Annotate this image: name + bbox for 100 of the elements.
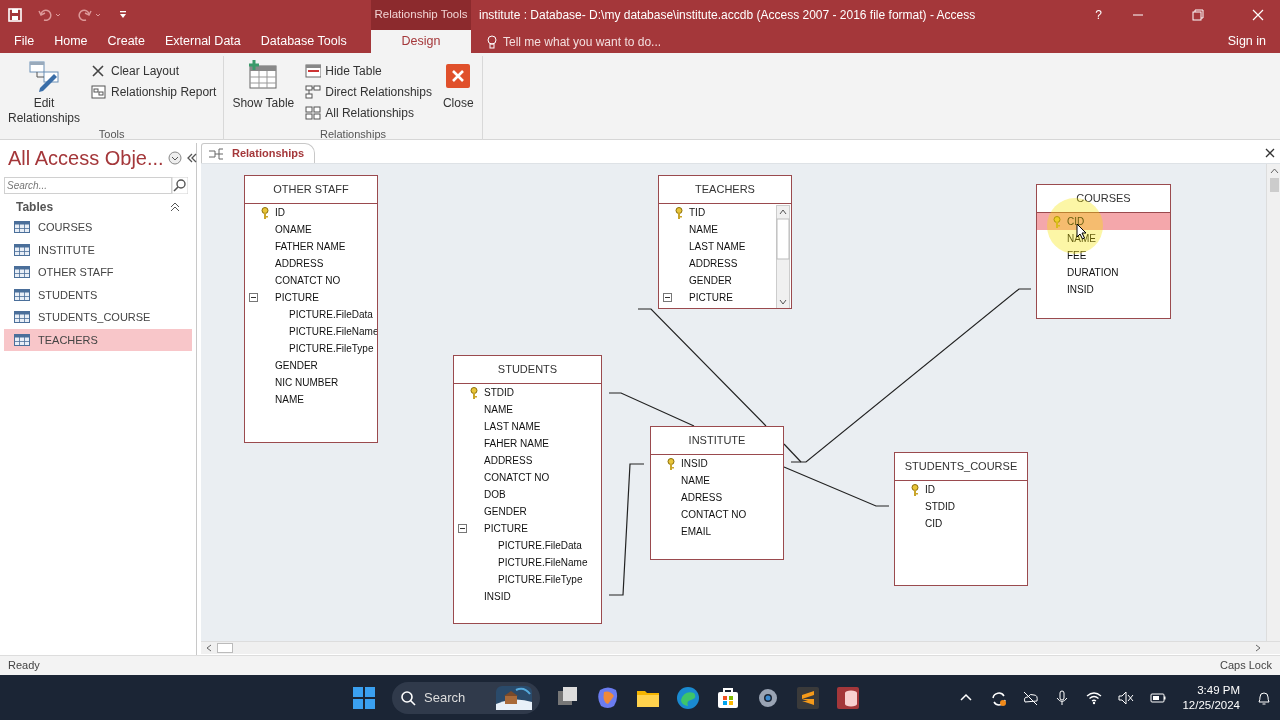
relationship-line[interactable] [608, 392, 695, 427]
field-row[interactable]: STDID [895, 498, 1027, 515]
field-row[interactable]: ONAME [245, 221, 377, 238]
document-tab[interactable]: Relationships [201, 143, 316, 163]
search-field[interactable]: Search [392, 681, 540, 714]
notification-bell-icon[interactable] [1256, 689, 1272, 706]
field-row[interactable]: ID [245, 204, 377, 221]
scrollbar[interactable] [1266, 164, 1280, 641]
undo-icon[interactable] [38, 8, 62, 22]
field-row[interactable]: TID [659, 204, 776, 221]
field-row[interactable]: LAST NAME [454, 418, 601, 435]
ribbon-tab[interactable]: Create [97, 30, 156, 53]
field-row[interactable]: PICTURE [659, 289, 776, 306]
field-row[interactable]: EMAIL [651, 523, 783, 540]
swirl-icon[interactable] [596, 685, 620, 710]
field-row[interactable]: PICTURE.FileData [454, 537, 601, 554]
help-button[interactable]: ? [1089, 5, 1108, 25]
field-row[interactable]: CID [1037, 213, 1170, 230]
field-row[interactable]: NAME [245, 391, 377, 408]
database-app-icon[interactable] [836, 685, 860, 710]
table-title[interactable]: TEACHERS [659, 176, 791, 204]
show-table-button[interactable]: Show Table [228, 56, 299, 111]
speaker-muted-icon[interactable] [1118, 689, 1135, 706]
ribbon-command[interactable]: All Relationships [302, 102, 435, 123]
nav-item[interactable]: INSTITUTE [4, 238, 192, 261]
scrollbar[interactable] [201, 641, 1280, 654]
customize-menu-icon[interactable] [118, 10, 128, 20]
field-row[interactable]: ADDRESS [245, 255, 377, 272]
field-row[interactable]: STDID [454, 384, 601, 401]
nav-item[interactable]: TEACHERS [4, 328, 192, 351]
store-icon[interactable] [716, 685, 740, 710]
field-row[interactable]: PICTURE.FileType [454, 571, 601, 588]
redo-icon[interactable] [78, 8, 102, 22]
restore-icon[interactable] [1192, 9, 1204, 21]
field-row[interactable]: DURATION [1037, 264, 1170, 281]
close-icon[interactable] [1265, 148, 1275, 158]
table-box[interactable]: TEACHERS TID NAME LAST NAME ADDRESS GENDER PICTURE [658, 175, 792, 309]
field-row[interactable]: ADRESS [651, 489, 783, 506]
field-row[interactable]: INSID [651, 455, 783, 472]
nav-item[interactable]: COURSES [4, 216, 192, 239]
field-row[interactable]: DOB [454, 486, 601, 503]
table-box[interactable]: STUDENTS_COURSE ID STDID CID [894, 452, 1028, 586]
field-row[interactable]: INSID [454, 588, 601, 605]
scrollbar[interactable] [776, 205, 790, 308]
zigzag-app-icon[interactable] [796, 685, 820, 710]
browser-icon[interactable] [676, 685, 700, 710]
field-row[interactable]: FATHER NAME [245, 238, 377, 255]
ribbon-command[interactable]: Direct Relationships [302, 81, 435, 102]
ribbon-command[interactable]: Relationship Report [88, 81, 220, 102]
field-row[interactable]: LAST NAME [659, 238, 776, 255]
field-row[interactable]: NAME [651, 472, 783, 489]
relationship-line[interactable] [783, 466, 890, 507]
field-row[interactable]: CONTACT NO [651, 506, 783, 523]
field-row[interactable]: PICTURE.FileData [245, 306, 377, 323]
field-row[interactable]: CID [895, 515, 1027, 532]
table-box[interactable]: STUDENTS STDID NAME LAST NAME FAHER NAME ADDRESS CONATCT NO DOB GENDER PICTURE PICTURE.FileData PICTURE.FileName PICTURE.FileType INSID [453, 355, 602, 624]
field-row[interactable]: ID [895, 481, 1027, 498]
ribbon-tab[interactable]: Home [44, 30, 98, 53]
relationship-line[interactable] [637, 308, 767, 427]
relationship-line[interactable] [608, 463, 645, 596]
ribbon-command[interactable]: Hide Table [302, 60, 435, 81]
group-header[interactable]: Tables [16, 198, 54, 216]
close-button[interactable]: Close [438, 56, 478, 111]
field-row[interactable]: ADDRESS [659, 255, 776, 272]
clock-date[interactable]: 12/25/2024 [1182, 697, 1240, 713]
collapse-icon[interactable] [249, 293, 258, 302]
table-title[interactable]: STUDENTS [454, 356, 601, 384]
sign-in-link[interactable]: Sign in [1217, 30, 1276, 53]
field-row[interactable]: GENDER [659, 272, 776, 289]
nav-item[interactable]: OTHER STAFF [4, 261, 192, 284]
field-row[interactable]: NAME [454, 401, 601, 418]
sync-icon[interactable] [990, 689, 1007, 706]
collapse-icon[interactable] [458, 524, 467, 533]
nav-item[interactable]: STUDENTS [4, 283, 192, 306]
scroll-thumb[interactable] [1269, 178, 1279, 192]
table-title[interactable]: INSTITUTE [651, 427, 783, 455]
wifi-icon[interactable] [1086, 689, 1103, 706]
field-row[interactable]: PICTURE.FileType [245, 340, 377, 357]
ribbon-tab[interactable]: File [4, 30, 45, 53]
field-row[interactable]: FEE [1037, 247, 1170, 264]
field-row[interactable]: GENDER [245, 357, 377, 374]
field-row[interactable]: PICTURE.FileName [454, 554, 601, 571]
table-box[interactable]: INSTITUTE INSID NAME ADRESS CONTACT NO EMAIL [650, 426, 784, 560]
ribbon-tab[interactable]: Database Tools [250, 30, 357, 53]
cloud-off-icon[interactable] [1022, 689, 1039, 706]
field-row[interactable]: ADDRESS [454, 452, 601, 469]
ribbon-command[interactable]: Clear Layout [88, 60, 220, 81]
scroll-thumb[interactable] [217, 643, 233, 653]
edit-relationships-button[interactable]: Edit Relationships [4, 56, 84, 126]
table-title[interactable]: OTHER STAFF [245, 176, 377, 204]
collapse-group-icon[interactable] [170, 202, 180, 212]
field-row[interactable]: PICTURE [454, 520, 601, 537]
start-icon[interactable] [352, 685, 376, 710]
field-row[interactable]: GENDER [454, 503, 601, 520]
ribbon-tab[interactable]: Design [371, 30, 471, 53]
field-row[interactable]: NIC NUMBER [245, 374, 377, 391]
field-row[interactable]: CONATCT NO [245, 272, 377, 289]
field-row[interactable]: PICTURE [245, 289, 377, 306]
collapse-icon[interactable] [663, 293, 672, 302]
collapse-icon[interactable] [185, 152, 198, 164]
